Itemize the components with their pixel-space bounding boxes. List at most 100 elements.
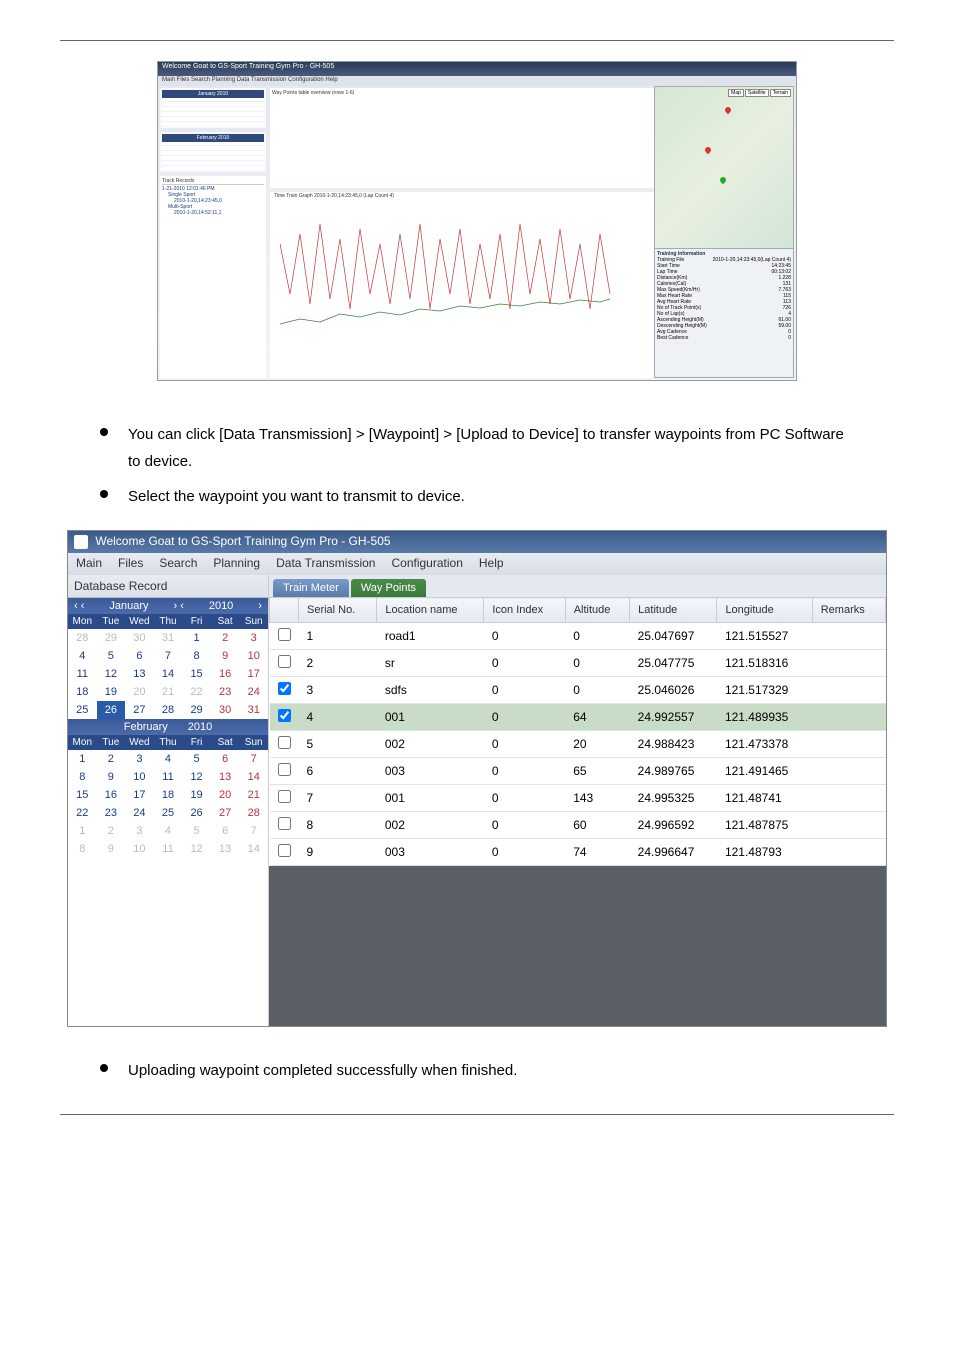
cal-prev-icon[interactable]: ‹ ‹: [74, 600, 84, 612]
cal-day[interactable]: 13: [125, 665, 154, 683]
cal-day[interactable]: 28: [68, 629, 97, 647]
cal-day[interactable]: 9: [97, 768, 126, 786]
col-remarks[interactable]: Remarks: [812, 598, 885, 623]
cal-day[interactable]: 16: [97, 786, 126, 804]
cal-day[interactable]: 12: [97, 665, 126, 683]
menu-configuration[interactable]: Configuration: [391, 556, 462, 572]
table-row[interactable]: 600306524.989765121.491465: [270, 758, 886, 785]
row-checkbox[interactable]: [278, 736, 291, 749]
cal-day[interactable]: 25: [68, 701, 97, 719]
cal-day[interactable]: 8: [68, 768, 97, 786]
row-checkbox[interactable]: [278, 790, 291, 803]
cal-day[interactable]: 12: [182, 840, 211, 858]
cal-day[interactable]: 16: [211, 665, 240, 683]
cal-day[interactable]: 14: [239, 768, 268, 786]
cal-day[interactable]: 25: [154, 804, 183, 822]
cal-day[interactable]: 7: [239, 822, 268, 840]
cal-day[interactable]: 4: [154, 822, 183, 840]
col-serial[interactable]: Serial No.: [299, 598, 377, 623]
cal-day[interactable]: 17: [125, 786, 154, 804]
cal-day[interactable]: 8: [68, 840, 97, 858]
cal-day[interactable]: 12: [182, 768, 211, 786]
cal-day[interactable]: 23: [211, 683, 240, 701]
cal-day[interactable]: 14: [239, 840, 268, 858]
col-longitude[interactable]: Longitude: [717, 598, 812, 623]
cal-day[interactable]: 14: [154, 665, 183, 683]
cal-day[interactable]: 10: [125, 840, 154, 858]
menubar[interactable]: MainFilesSearchPlanningData Transmission…: [68, 553, 886, 575]
cal-day[interactable]: 29: [97, 629, 126, 647]
col-latitude[interactable]: Latitude: [630, 598, 717, 623]
row-checkbox[interactable]: [278, 655, 291, 668]
table-row[interactable]: 7001014324.995325121.48741: [270, 785, 886, 812]
cal-day[interactable]: 7: [154, 647, 183, 665]
cal-day[interactable]: 27: [211, 804, 240, 822]
cal-day[interactable]: 3: [125, 822, 154, 840]
cal-day[interactable]: 22: [182, 683, 211, 701]
menu-data-transmission[interactable]: Data Transmission: [276, 556, 375, 572]
cal-day[interactable]: 31: [239, 701, 268, 719]
cal-day[interactable]: 1: [68, 822, 97, 840]
cal-day[interactable]: 15: [68, 786, 97, 804]
menu-files[interactable]: Files: [118, 556, 143, 572]
table-row[interactable]: 500202024.988423121.473378: [270, 731, 886, 758]
cal-day[interactable]: 5: [182, 750, 211, 768]
cal-day[interactable]: 4: [154, 750, 183, 768]
cal-day[interactable]: 20: [211, 786, 240, 804]
cal-day[interactable]: 11: [154, 840, 183, 858]
cal-day[interactable]: 28: [239, 804, 268, 822]
table-row[interactable]: 400106424.992557121.489935: [270, 704, 886, 731]
row-checkbox[interactable]: [278, 844, 291, 857]
cal-day[interactable]: 24: [239, 683, 268, 701]
cal-day[interactable]: 9: [211, 647, 240, 665]
cal-day[interactable]: 6: [211, 750, 240, 768]
cal-day[interactable]: 11: [68, 665, 97, 683]
cal-day[interactable]: 5: [97, 647, 126, 665]
cal-day[interactable]: 17: [239, 665, 268, 683]
calendar-january[interactable]: ‹ ‹ January › ‹ 2010 › MonTueWedThuFriSa…: [68, 598, 268, 719]
cal-day[interactable]: 15: [182, 665, 211, 683]
cal-day[interactable]: 8: [182, 647, 211, 665]
table-row[interactable]: 3sdfs0025.046026121.517329: [270, 677, 886, 704]
row-checkbox[interactable]: [278, 709, 291, 722]
row-checkbox[interactable]: [278, 682, 291, 695]
cal-day[interactable]: 26: [182, 804, 211, 822]
row-checkbox[interactable]: [278, 817, 291, 830]
menu-help[interactable]: Help: [479, 556, 504, 572]
col-icon[interactable]: Icon Index: [484, 598, 565, 623]
cal-day[interactable]: 9: [97, 840, 126, 858]
cal-day[interactable]: 7: [239, 750, 268, 768]
col-location[interactable]: Location name: [377, 598, 484, 623]
cal-day[interactable]: 3: [239, 629, 268, 647]
cal-day[interactable]: 13: [211, 768, 240, 786]
cal-day[interactable]: 10: [239, 647, 268, 665]
cal-day[interactable]: 27: [125, 701, 154, 719]
menu-main[interactable]: Main: [76, 556, 102, 572]
cal-day[interactable]: 18: [68, 683, 97, 701]
cal-day[interactable]: 4: [68, 647, 97, 665]
waypoints-table[interactable]: Serial No. Location name Icon Index Alti…: [269, 597, 886, 866]
cal-day[interactable]: 2: [211, 629, 240, 647]
cal-day[interactable]: 23: [97, 804, 126, 822]
cal-day[interactable]: 24: [125, 804, 154, 822]
cal-day[interactable]: 30: [211, 701, 240, 719]
cal-next-icon[interactable]: ›: [258, 600, 262, 612]
cal-day[interactable]: 30: [125, 629, 154, 647]
cal-day[interactable]: 2: [97, 822, 126, 840]
cal-day[interactable]: 13: [211, 840, 240, 858]
table-row[interactable]: 1road10025.047697121.515527: [270, 623, 886, 650]
cal-day[interactable]: 1: [68, 750, 97, 768]
cal-day[interactable]: 6: [125, 647, 154, 665]
cal-day[interactable]: 20: [125, 683, 154, 701]
cal-day[interactable]: 19: [97, 683, 126, 701]
cal-day[interactable]: 18: [154, 786, 183, 804]
cal-day[interactable]: 19: [182, 786, 211, 804]
cal-day[interactable]: 1: [182, 629, 211, 647]
cal-day[interactable]: 3: [125, 750, 154, 768]
row-checkbox[interactable]: [278, 763, 291, 776]
cal-nav-mid[interactable]: › ‹: [173, 600, 183, 612]
tab-way-points[interactable]: Way Points: [351, 579, 426, 597]
cal-day[interactable]: 31: [154, 629, 183, 647]
row-checkbox[interactable]: [278, 628, 291, 641]
menu-planning[interactable]: Planning: [213, 556, 260, 572]
